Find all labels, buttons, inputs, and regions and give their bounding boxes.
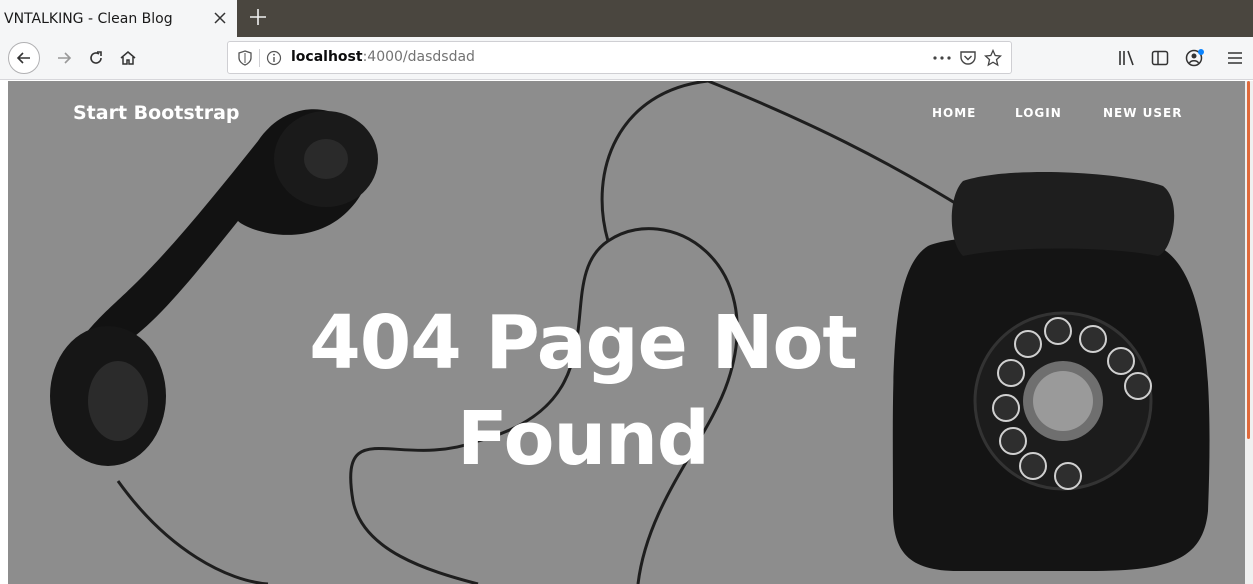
nav-link-home[interactable]: HOME (932, 106, 976, 120)
star-icon[interactable] (984, 49, 1002, 67)
page-heading: 404 Page Not Found (309, 300, 857, 482)
reload-icon (90, 51, 102, 64)
url-separator (259, 49, 260, 67)
address-bar[interactable]: localhost:4000/dasdsdad (227, 41, 1012, 74)
pocket-icon[interactable] (959, 49, 977, 67)
navigation-toolbar: localhost:4000/dasdsdad (0, 37, 1253, 80)
nav-link-new-user[interactable]: NEW USER (1103, 106, 1182, 120)
url-path: :4000/dasdsdad (362, 49, 475, 65)
library-icon[interactable] (1117, 48, 1137, 68)
back-button[interactable] (8, 42, 40, 74)
reload-button[interactable] (80, 42, 112, 74)
home-icon (120, 51, 136, 65)
scrollbar-thumb[interactable] (1247, 81, 1250, 439)
menu-icon[interactable] (1226, 48, 1244, 68)
tab-title: VNTALKING - Clean Blog (4, 10, 173, 27)
site-brand-link[interactable]: Start Bootstrap (73, 102, 240, 124)
info-icon[interactable] (266, 50, 282, 66)
nav-link-login[interactable]: LOGIN (1015, 106, 1062, 120)
plus-icon[interactable] (247, 6, 269, 28)
url-host: localhost (291, 49, 363, 65)
browser-tab[interactable]: VNTALKING - Clean Blog (0, 0, 237, 37)
account-icon[interactable] (1184, 47, 1206, 69)
sidebar-icon[interactable] (1150, 48, 1170, 68)
close-icon[interactable] (211, 9, 229, 27)
back-icon (16, 52, 30, 64)
home-button[interactable] (112, 42, 144, 74)
page-actions-icon[interactable] (930, 49, 954, 67)
shield-icon[interactable] (237, 50, 253, 66)
page-viewport: Start Bootstrap HOME LOGIN NEW USER 404 … (8, 81, 1245, 584)
forward-icon (58, 52, 72, 64)
url-text[interactable]: localhost:4000/dasdsdad (291, 49, 475, 65)
forward-button[interactable] (48, 42, 80, 74)
tab-bar: VNTALKING - Clean Blog (0, 0, 1253, 37)
